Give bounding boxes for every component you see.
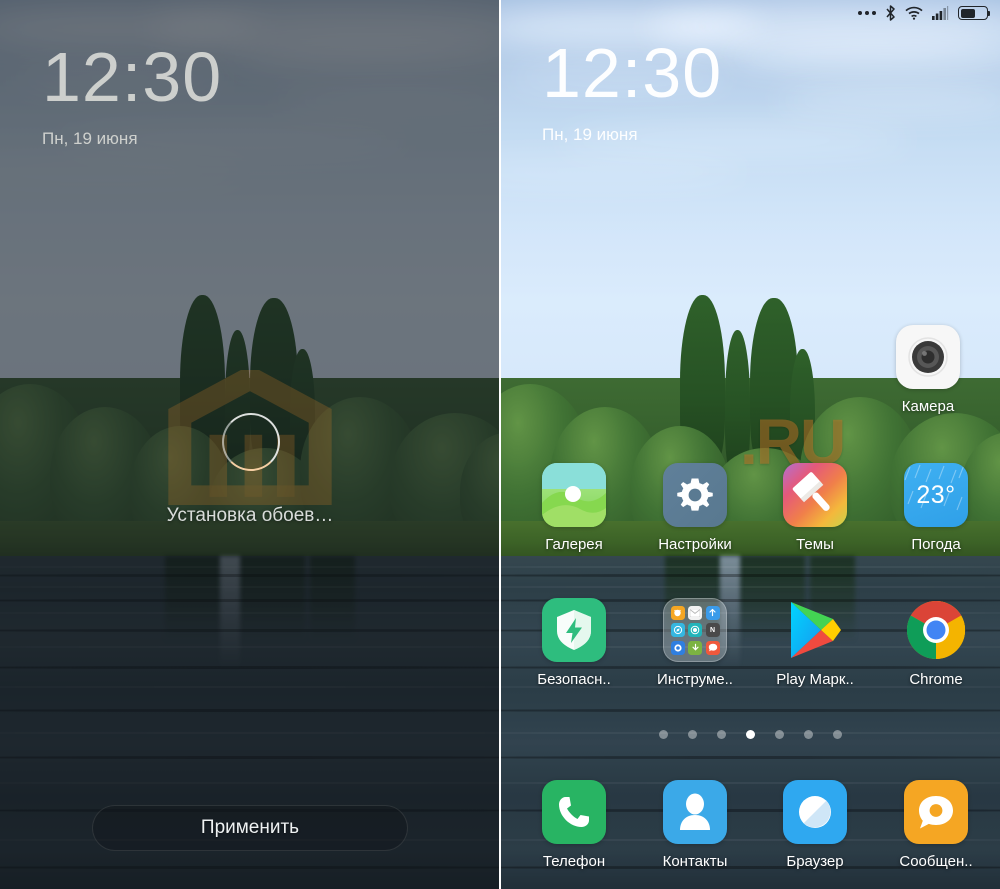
more-dots-icon [858, 11, 876, 15]
wallpaper-status-text: Установка обоев… [166, 505, 334, 526]
apply-button[interactable]: Применить [92, 805, 408, 851]
cellular-signal-icon [932, 6, 949, 20]
app-label: Темы [796, 536, 834, 553]
app-label: Chrome [909, 671, 963, 688]
battery-icon [958, 6, 990, 20]
wallpaper-image [500, 0, 1000, 889]
page-dot[interactable] [716, 730, 726, 739]
app-icon-security[interactable]: Безопасн.. [524, 598, 624, 688]
panel-divider [499, 0, 501, 889]
app-folder-tools[interactable]: N Инструме.. [645, 598, 745, 688]
play-store-icon [783, 598, 847, 662]
settings-gear-icon [663, 463, 727, 527]
themes-brush-icon [783, 463, 847, 527]
app-icon-themes[interactable]: Темы [765, 463, 865, 553]
weather-icon: 23° [904, 463, 968, 527]
app-icon-phone[interactable]: Телефон [524, 780, 624, 870]
phone-icon [542, 780, 606, 844]
app-label: Play Марк.. [776, 671, 854, 688]
app-icon-chrome[interactable]: Chrome [886, 598, 986, 688]
app-label: Телефон [542, 853, 606, 870]
app-label: Настройки [658, 536, 732, 553]
app-label: Галерея [545, 536, 603, 553]
contacts-icon [663, 780, 727, 844]
page-dot-active[interactable] [745, 730, 755, 739]
weather-temperature: 23° [916, 480, 956, 509]
app-label: Контакты [662, 853, 728, 870]
apply-button-label: Применить [200, 817, 300, 838]
page-dot[interactable] [803, 730, 813, 739]
homescreen-panel: .RU 12:30 Пн, 19 июня Камера Галерея Нас… [500, 0, 1000, 889]
dual-screenshot: 12:30 Пн, 19 июня Установка обоев… Приме… [0, 0, 1000, 889]
chrome-icon [904, 598, 968, 662]
loading-spinner-icon [222, 413, 280, 471]
wifi-icon [905, 6, 923, 20]
app-icon-play-market[interactable]: Play Марк.. [765, 598, 865, 688]
app-label: Сообщен.. [899, 853, 973, 870]
lockscreen-panel: 12:30 Пн, 19 июня Установка обоев… Приме… [0, 0, 500, 889]
app-icon-settings[interactable]: Настройки [645, 463, 745, 553]
camera-icon [896, 325, 960, 389]
gallery-icon [542, 463, 606, 527]
app-icon-weather[interactable]: 23° Погода [886, 463, 986, 553]
bluetooth-icon [885, 5, 896, 21]
page-dot[interactable] [774, 730, 784, 739]
page-dot[interactable] [832, 730, 842, 739]
app-icon-contacts[interactable]: Контакты [645, 780, 745, 870]
tools-folder-icon: N [663, 598, 727, 662]
status-bar [858, 0, 990, 26]
page-dot[interactable] [658, 730, 668, 739]
app-icon-messages[interactable]: Сообщен.. [886, 780, 986, 870]
app-icon-browser[interactable]: Браузер [765, 780, 865, 870]
app-label: Безопасн.. [537, 671, 611, 688]
security-shield-icon [542, 598, 606, 662]
app-label: Инструме.. [657, 671, 733, 688]
page-dot[interactable] [687, 730, 697, 739]
app-label: Камера [901, 398, 955, 415]
app-label: Погода [911, 536, 961, 553]
app-icon-gallery[interactable]: Галерея [524, 463, 624, 553]
app-label: Браузер [786, 853, 844, 870]
messages-icon [904, 780, 968, 844]
page-indicator[interactable] [500, 730, 1000, 739]
browser-compass-icon [783, 780, 847, 844]
app-icon-camera[interactable]: Камера [878, 325, 978, 415]
